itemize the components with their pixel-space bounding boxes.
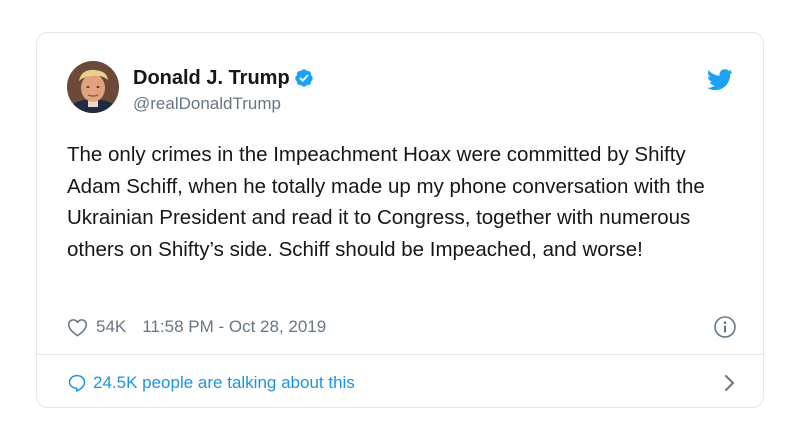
conversation-link[interactable]: 24.5K people are talking about this xyxy=(67,371,737,395)
author-display-name[interactable]: Donald J. Trump xyxy=(133,67,290,90)
avatar-photo xyxy=(67,61,119,113)
like-count[interactable]: 54K xyxy=(96,317,126,337)
tweet-card: Donald J. Trump @realDonaldTrump The onl… xyxy=(36,32,764,408)
verified-badge-icon xyxy=(294,69,313,87)
author-handle[interactable]: @realDonaldTrump xyxy=(133,94,281,114)
tweet-meta: 54K 11:58 PM - Oct 28, 2019 xyxy=(67,315,737,339)
tweet-text: The only crimes in the Impeachment Hoax … xyxy=(67,143,705,261)
info-icon[interactable] xyxy=(713,315,737,339)
twitter-bird-icon[interactable] xyxy=(707,69,733,91)
chevron-right-icon[interactable] xyxy=(723,373,737,393)
avatar[interactable] xyxy=(67,61,119,113)
conversation-count-text[interactable]: 24.5K people are talking about this xyxy=(93,373,355,393)
heart-icon[interactable] xyxy=(67,318,88,337)
author-name-row: Donald J. Trump xyxy=(133,66,314,90)
speech-bubble-icon xyxy=(68,374,86,392)
divider xyxy=(37,354,763,355)
tweet-timestamp[interactable]: 11:58 PM - Oct 28, 2019 xyxy=(142,317,326,337)
